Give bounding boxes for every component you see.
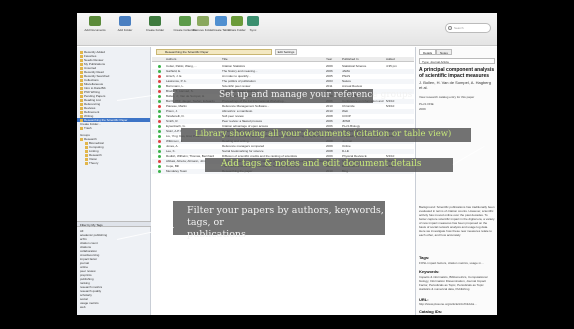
keywords-label: Keywords: bbox=[419, 269, 440, 274]
document-list-pane: Researching the Scientific Paper Edit Se… bbox=[152, 47, 414, 315]
read-status-icon[interactable] bbox=[158, 70, 161, 73]
read-status-icon[interactable] bbox=[158, 160, 161, 163]
document-title[interactable]: A principal component analysis of scient… bbox=[419, 67, 495, 79]
read-status-icon[interactable] bbox=[158, 100, 161, 103]
read-status-icon[interactable] bbox=[158, 95, 161, 98]
annotation-groups: Set up and manage your reference groups bbox=[173, 89, 412, 103]
filter-header[interactable]: Filter by My Tags bbox=[77, 221, 151, 227]
read-status-icon[interactable] bbox=[158, 85, 161, 88]
document-authors[interactable]: J. Bollen, H. Van de Sompel, A. Hagberg … bbox=[419, 80, 495, 90]
catalog-link[interactable]: View research catalog entry for this pap… bbox=[419, 95, 495, 99]
keywords-field[interactable]: Impacts & informatics, Bibliometrics, Co… bbox=[419, 275, 495, 291]
read-status-icon[interactable] bbox=[158, 105, 161, 108]
create-folder-button[interactable]: Create Folder bbox=[141, 16, 169, 42]
column-year[interactable]: Year bbox=[326, 57, 332, 62]
column-published-in[interactable]: Published In bbox=[342, 57, 359, 62]
read-status-icon[interactable] bbox=[158, 165, 161, 168]
tags-field[interactable]: FOSL impact factors, citation metrics, u… bbox=[419, 261, 495, 265]
sidebar-item-group-theory[interactable]: Theory bbox=[85, 161, 98, 165]
read-status-icon[interactable] bbox=[158, 125, 161, 128]
read-status-icon[interactable] bbox=[158, 80, 161, 83]
column-added[interactable]: Added bbox=[386, 57, 395, 62]
journal-field[interactable]: PLoS ONE bbox=[419, 102, 495, 106]
sidebar: Recently Added Favorites Needs Review My… bbox=[77, 47, 151, 315]
read-status-icon[interactable] bbox=[158, 150, 161, 153]
column-title[interactable]: Title bbox=[222, 57, 228, 62]
search-input[interactable]: Search bbox=[445, 23, 491, 33]
read-status-icon[interactable] bbox=[158, 75, 161, 78]
filter-tag[interactable]: web bbox=[80, 305, 86, 309]
edit-settings-button[interactable]: Edit Settings bbox=[275, 49, 297, 55]
read-status-icon[interactable] bbox=[158, 140, 161, 143]
read-status-icon[interactable] bbox=[158, 90, 161, 93]
read-status-icon[interactable] bbox=[158, 130, 161, 133]
url-field[interactable]: http://www.plosone.org/article/info%3Ado… bbox=[419, 302, 495, 306]
main-toolbar: Add Documents Add Folder Create Folder C… bbox=[77, 13, 497, 46]
group-icon bbox=[85, 161, 88, 165]
trash-icon bbox=[80, 126, 83, 130]
catalog-ids-label: Catalog IDs: bbox=[419, 309, 443, 314]
add-documents-button[interactable]: Add Documents bbox=[81, 16, 109, 42]
sidebar-item-trash[interactable]: Trash bbox=[80, 126, 92, 130]
tab-details[interactable]: Details bbox=[419, 49, 437, 55]
read-status-icon[interactable] bbox=[158, 155, 161, 158]
document-type-select[interactable]: Type: Journal Article bbox=[419, 58, 495, 64]
add-folder-icon bbox=[119, 16, 131, 26]
read-status-icon[interactable] bbox=[158, 170, 161, 173]
sync-icon bbox=[247, 16, 259, 26]
table-header: Authors Title Year Published In Added bbox=[152, 57, 414, 62]
abstract-text[interactable]: Background: Scientific publications has … bbox=[419, 205, 495, 237]
tab-notes[interactable]: Notes bbox=[436, 49, 452, 55]
read-status-icon[interactable] bbox=[158, 145, 161, 148]
annotation-filter: Filter your papers by authors, keywords,… bbox=[173, 201, 385, 240]
create-folder-icon bbox=[149, 16, 161, 26]
sync-button[interactable]: Sync bbox=[239, 16, 267, 42]
read-status-icon[interactable] bbox=[158, 110, 161, 113]
read-status-icon[interactable] bbox=[158, 135, 161, 138]
year-field[interactable]: 2009 bbox=[419, 107, 495, 111]
read-status-icon[interactable] bbox=[158, 115, 161, 118]
group-icon bbox=[80, 137, 83, 141]
add-folder-button[interactable]: Add Folder bbox=[111, 16, 139, 42]
details-panel: Details Notes Type: Journal Article A pr… bbox=[415, 47, 497, 315]
group-title-tab[interactable]: Researching the Scientific Paper bbox=[156, 49, 272, 55]
video-frame: Add Documents Add Folder Create Folder C… bbox=[0, 0, 574, 329]
annotation-library: Library showing all your documents (cita… bbox=[181, 128, 471, 142]
tags-label: Tags: bbox=[419, 255, 430, 260]
search-icon bbox=[448, 26, 452, 30]
mendeley-window: Add Documents Add Folder Create Folder C… bbox=[77, 13, 497, 315]
read-status-icon[interactable] bbox=[158, 120, 161, 123]
column-authors[interactable]: Authors bbox=[166, 57, 176, 62]
read-status-icon[interactable] bbox=[158, 65, 161, 68]
add-documents-icon bbox=[89, 16, 101, 26]
annotation-tags: Add tags & notes and edit document detai… bbox=[205, 158, 453, 172]
